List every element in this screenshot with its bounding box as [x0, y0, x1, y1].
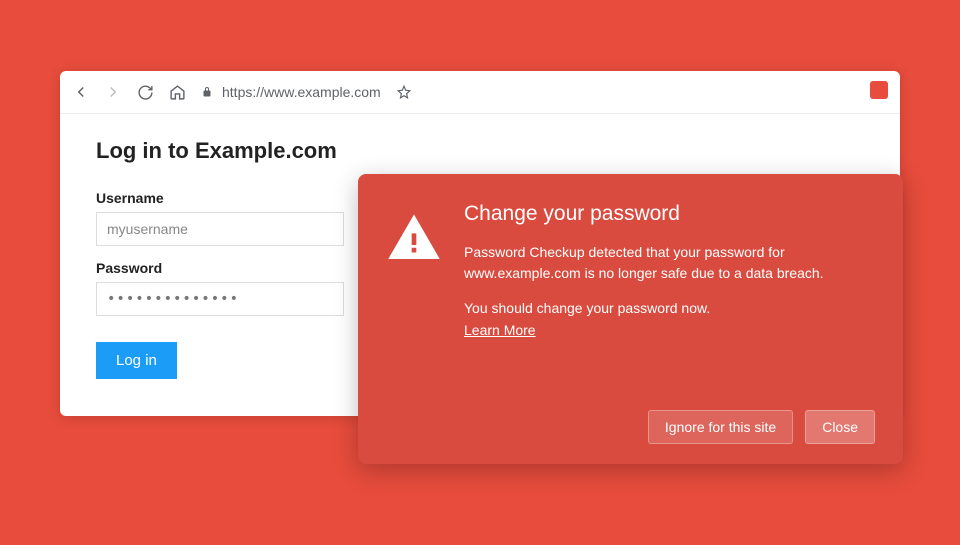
- ignore-button[interactable]: Ignore for this site: [648, 410, 793, 444]
- password-breach-alert: Change your password Password Checkup de…: [358, 174, 903, 464]
- warning-icon: [386, 202, 442, 444]
- back-icon[interactable]: [72, 83, 90, 101]
- lock-icon: [200, 85, 214, 99]
- home-icon[interactable]: [168, 83, 186, 101]
- star-icon[interactable]: [397, 85, 411, 99]
- url-text: https://www.example.com: [222, 84, 381, 100]
- alert-recommend: You should change your password now.: [464, 300, 875, 316]
- learn-more-link[interactable]: Learn More: [464, 322, 875, 338]
- browser-toolbar: https://www.example.com: [60, 71, 900, 114]
- alert-title: Change your password: [464, 202, 875, 226]
- reload-icon[interactable]: [136, 83, 154, 101]
- alert-content: Change your password Password Checkup de…: [464, 202, 875, 444]
- password-checkup-extension-icon[interactable]: [870, 81, 888, 99]
- forward-icon[interactable]: [104, 83, 122, 101]
- close-button[interactable]: Close: [805, 410, 875, 444]
- username-input[interactable]: [96, 212, 344, 246]
- page-title: Log in to Example.com: [96, 138, 864, 164]
- url-bar[interactable]: https://www.example.com: [200, 80, 411, 104]
- password-input[interactable]: [96, 282, 344, 316]
- login-button[interactable]: Log in: [96, 342, 177, 379]
- alert-buttons: Ignore for this site Close: [464, 410, 875, 444]
- alert-body: Password Checkup detected that your pass…: [464, 242, 875, 284]
